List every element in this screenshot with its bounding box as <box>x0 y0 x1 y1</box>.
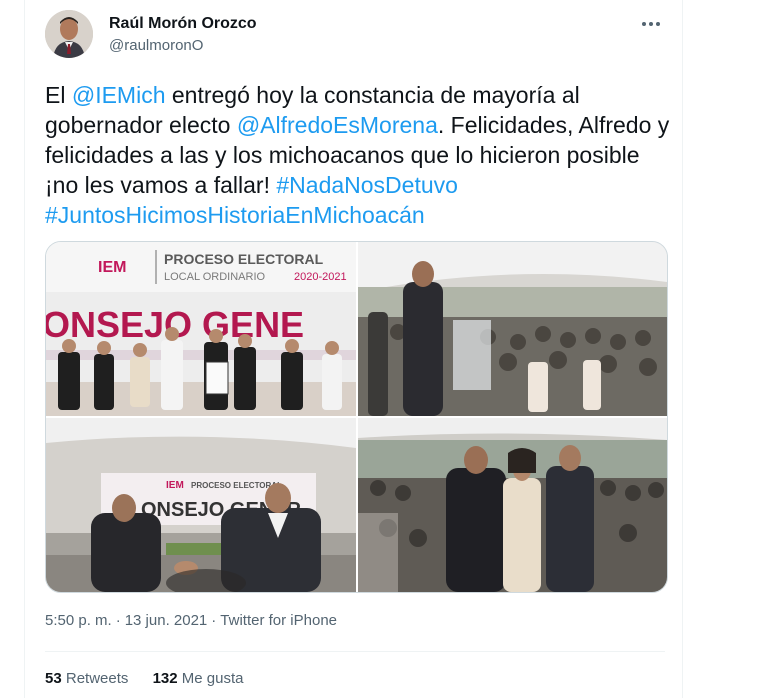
retweets-label: Retweets <box>65 670 129 687</box>
tweet-text: El @IEMich entregó hoy la constancia de … <box>45 80 670 230</box>
mention-link[interactable]: @IEMich <box>72 82 166 108</box>
photo-1-subtitle: LOCAL ORDINARIO <box>164 271 266 283</box>
photo-1-title: PROCESO ELECTORAL <box>164 251 324 267</box>
meta-separator: · <box>115 612 121 629</box>
meta-separator-2: · <box>211 612 217 629</box>
tweet-card: Raúl Morón Orozco @raulmoronO El @IEMich… <box>24 0 683 698</box>
hashtag-link[interactable]: #NadaNosDetuvo <box>276 172 458 198</box>
tweet-text-segment: El <box>45 82 72 108</box>
likes-stat[interactable]: 132 Me gusta <box>153 670 244 687</box>
photo-1-year: 2020-2021 <box>294 271 347 283</box>
tweet-stats: 53 Retweets 132 Me gusta <box>45 670 263 687</box>
avatar[interactable] <box>45 10 93 58</box>
retweets-count: 53 <box>45 670 62 687</box>
tweet-date[interactable]: 13 jun. 2021 <box>125 612 208 629</box>
photo-3[interactable]: IEM PROCESO ELECTORAL ONSEJO GENER <box>46 418 356 592</box>
tweet-meta: 5:50 p. m. · 13 jun. 2021 · Twitter for iPho… <box>45 612 337 629</box>
user-handle[interactable]: @raulmoronO <box>109 36 257 56</box>
photo-4[interactable] <box>358 418 667 592</box>
photo-2[interactable] <box>358 242 667 416</box>
tweet-time[interactable]: 5:50 p. m. <box>45 612 112 629</box>
tweet-source[interactable]: Twitter for iPhone <box>220 612 337 629</box>
display-name[interactable]: Raúl Morón Orozco <box>109 14 257 34</box>
divider <box>45 651 665 652</box>
photo-1[interactable]: IEM PROCESO ELECTORAL LOCAL ORDINARIO 20… <box>46 242 356 416</box>
likes-count: 132 <box>152 670 178 687</box>
retweets-stat[interactable]: 53 Retweets <box>45 670 128 687</box>
more-dots-icon[interactable] <box>637 14 665 34</box>
photo-1-logo: IEM <box>98 259 126 276</box>
author-names: Raúl Morón Orozco @raulmoronO <box>109 14 257 56</box>
tweet-header: Raúl Morón Orozco @raulmoronO <box>45 10 665 62</box>
likes-label: Me gusta <box>181 670 244 687</box>
hashtag-link[interactable]: #JuntosHicimosHistoriaEnMichoacán <box>45 202 425 228</box>
mention-link[interactable]: @AlfredoEsMorena <box>237 112 438 138</box>
media-grid: IEM PROCESO ELECTORAL LOCAL ORDINARIO 20… <box>45 241 668 593</box>
photo-3-logo: IEM <box>166 480 184 491</box>
